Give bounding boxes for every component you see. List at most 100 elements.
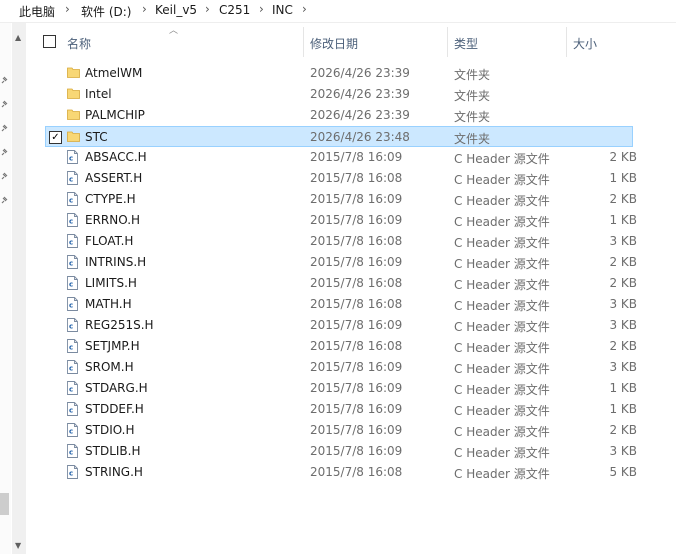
item-size: 2 KB <box>609 255 637 269</box>
list-item-selected[interactable]: ✓ STC 2026/4/26 23:48 文件夹 <box>45 126 633 147</box>
chevron-right-icon[interactable]: › <box>302 2 307 16</box>
c-header-file-icon: c <box>67 423 80 438</box>
svg-text:c: c <box>69 281 73 289</box>
item-size: 2 KB <box>609 276 637 290</box>
item-date: 2015/7/8 16:08 <box>310 339 403 353</box>
pin-icon[interactable] <box>1 148 8 156</box>
breadcrumb-item-drive[interactable]: 软件 (D:) <box>81 3 131 20</box>
pin-icon[interactable] <box>1 100 8 108</box>
right-edge <box>637 23 676 554</box>
pin-icon[interactable] <box>1 76 8 84</box>
pin-icon[interactable] <box>1 124 8 132</box>
list-item[interactable]: c STDDEF.H 2015/7/8 16:09 C Header 源文件 1 KB <box>27 399 637 420</box>
item-name: SROM.H <box>85 360 134 374</box>
file-list: AtmelWM 2026/4/26 23:39 文件夹 Intel 2026/4/26 … <box>27 61 676 554</box>
c-header-file-icon: c <box>67 465 80 480</box>
item-size: 3 KB <box>609 360 637 374</box>
item-date: 2015/7/8 16:09 <box>310 318 403 332</box>
item-size: 2 KB <box>609 192 637 206</box>
item-type: C Header 源文件 <box>454 362 550 376</box>
list-item[interactable]: c REG251S.H 2015/7/8 16:09 C Header 源文件 3 KB <box>27 315 637 336</box>
c-header-file-icon: c <box>67 318 80 333</box>
item-size: 3 KB <box>609 318 637 332</box>
list-item[interactable]: c ABSACC.H 2015/7/8 16:09 C Header 源文件 2 KB <box>27 147 637 168</box>
breadcrumb-item-this-pc[interactable]: 此电脑 <box>19 3 55 20</box>
row-checkbox[interactable]: ✓ <box>49 131 62 144</box>
item-name: CTYPE.H <box>85 192 136 206</box>
list-item[interactable]: c STDARG.H 2015/7/8 16:09 C Header 源文件 1 KB <box>27 378 637 399</box>
scroll-down-icon[interactable]: ▼ <box>15 541 21 550</box>
c-header-file-icon: c <box>67 360 80 375</box>
item-name: INTRINS.H <box>85 255 147 269</box>
svg-text:c: c <box>69 344 73 352</box>
list-item[interactable]: c SETJMP.H 2015/7/8 16:08 C Header 源文件 2 KB <box>27 336 637 357</box>
list-item[interactable]: AtmelWM 2026/4/26 23:39 文件夹 <box>27 63 637 84</box>
list-item[interactable]: Intel 2026/4/26 23:39 文件夹 <box>27 84 637 105</box>
svg-text:c: c <box>69 176 73 184</box>
pin-icon[interactable] <box>1 172 8 180</box>
chevron-right-icon[interactable]: › <box>205 2 210 16</box>
item-size: 5 KB <box>609 465 637 479</box>
item-type: C Header 源文件 <box>454 299 550 313</box>
item-size: 2 KB <box>609 150 637 164</box>
column-type[interactable]: 类型 <box>448 23 566 61</box>
c-header-file-icon: c <box>67 402 80 417</box>
item-name: Intel <box>85 87 112 101</box>
item-type: C Header 源文件 <box>454 467 550 481</box>
item-date: 2015/7/8 16:09 <box>310 360 403 374</box>
item-size: 3 KB <box>609 444 637 458</box>
folder-icon <box>67 108 80 123</box>
item-date: 2015/7/8 16:09 <box>310 381 403 395</box>
column-name[interactable]: 名称 <box>27 23 303 61</box>
breadcrumb-item-keil[interactable]: Keil_v5 <box>155 3 197 17</box>
item-name: AtmelWM <box>85 66 143 80</box>
svg-text:c: c <box>69 239 73 247</box>
list-item[interactable]: c MATH.H 2015/7/8 16:08 C Header 源文件 3 KB <box>27 294 637 315</box>
item-type: 文件夹 <box>454 110 491 124</box>
breadcrumb-item-c251[interactable]: C251 <box>219 3 250 17</box>
list-item[interactable]: c STDIO.H 2015/7/8 16:09 C Header 源文件 2 KB <box>27 420 637 441</box>
list-item[interactable]: PALMCHIP 2026/4/26 23:39 文件夹 <box>27 105 637 126</box>
navigation-scrollbar-thumb[interactable] <box>0 493 9 515</box>
list-item[interactable]: c LIMITS.H 2015/7/8 16:08 C Header 源文件 2 KB <box>27 273 637 294</box>
list-item[interactable]: c CTYPE.H 2015/7/8 16:09 C Header 源文件 2 KB <box>27 189 637 210</box>
list-item[interactable]: c STDLIB.H 2015/7/8 16:09 C Header 源文件 3 KB <box>27 441 637 462</box>
item-type: C Header 源文件 <box>454 383 550 397</box>
c-header-file-icon: c <box>67 255 80 270</box>
c-header-file-icon: c <box>67 150 80 165</box>
chevron-right-icon[interactable]: › <box>65 2 70 16</box>
item-name: REG251S.H <box>85 318 154 332</box>
breadcrumb-item-inc[interactable]: INC <box>272 3 293 17</box>
scroll-up-icon[interactable]: ▲ <box>15 33 21 42</box>
svg-text:c: c <box>69 323 73 331</box>
chevron-right-icon[interactable]: › <box>142 2 147 16</box>
list-item[interactable]: c ERRNO.H 2015/7/8 16:09 C Header 源文件 1 KB <box>27 210 637 231</box>
list-item[interactable]: c SROM.H 2015/7/8 16:09 C Header 源文件 3 KB <box>27 357 637 378</box>
item-type: C Header 源文件 <box>454 320 550 334</box>
column-date[interactable]: 修改日期 <box>304 23 447 61</box>
svg-text:c: c <box>69 470 73 478</box>
item-date: 2015/7/8 16:08 <box>310 171 403 185</box>
list-item[interactable]: c STRING.H 2015/7/8 16:08 C Header 源文件 5 KB <box>27 462 637 483</box>
svg-text:c: c <box>69 302 73 310</box>
pin-icon[interactable] <box>1 196 8 204</box>
item-date: 2015/7/8 16:09 <box>310 192 403 206</box>
item-size: 2 KB <box>609 339 637 353</box>
column-size-label: 大小 <box>573 37 598 51</box>
chevron-right-icon[interactable]: › <box>259 2 264 16</box>
column-name-label: 名称 <box>67 37 92 51</box>
c-header-file-icon: c <box>67 234 80 249</box>
column-size[interactable]: 大小 <box>567 23 637 61</box>
item-type: C Header 源文件 <box>454 446 550 460</box>
scrollbar[interactable]: ▲ ▼ <box>12 23 26 554</box>
item-type: C Header 源文件 <box>454 173 550 187</box>
svg-text:c: c <box>69 407 73 415</box>
list-item[interactable]: c ASSERT.H 2015/7/8 16:08 C Header 源文件 1 KB <box>27 168 637 189</box>
svg-text:c: c <box>69 386 73 394</box>
svg-text:c: c <box>69 155 73 163</box>
list-item[interactable]: c INTRINS.H 2015/7/8 16:09 C Header 源文件 2 KB <box>27 252 637 273</box>
list-item[interactable]: c FLOAT.H 2015/7/8 16:08 C Header 源文件 3 KB <box>27 231 637 252</box>
item-name: SETJMP.H <box>85 339 140 353</box>
svg-text:c: c <box>69 428 73 436</box>
item-type: C Header 源文件 <box>454 152 550 166</box>
